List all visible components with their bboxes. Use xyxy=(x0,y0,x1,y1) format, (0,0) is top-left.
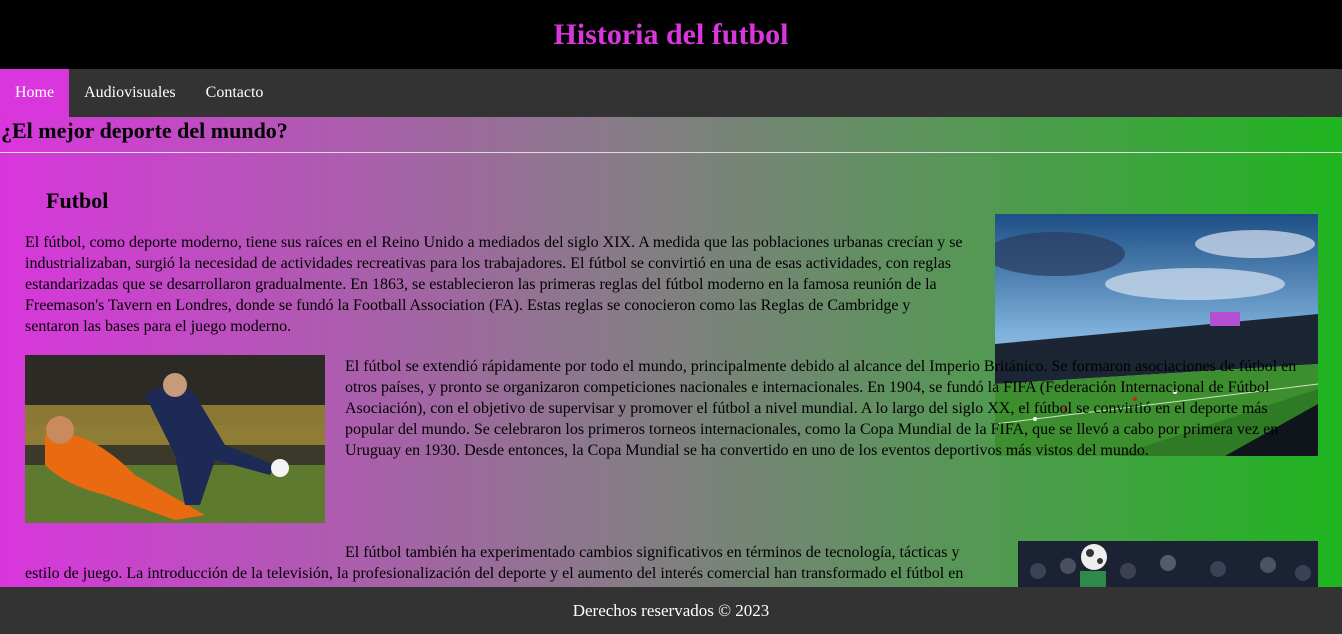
nav-item-audiovisuales[interactable]: Audiovisuales xyxy=(69,69,191,117)
site-title: Historia del futbol xyxy=(553,17,789,51)
nav-item-contacto[interactable]: Contacto xyxy=(191,69,279,117)
main-content: Futbol El fútbol, como deporte moderno, … xyxy=(0,154,1342,587)
site-header: Historia del futbol xyxy=(0,0,1342,69)
paragraph-origins: El fútbol, como deporte moderno, tiene s… xyxy=(25,234,963,335)
top-nav: Home Audiovisuales Contacto xyxy=(0,69,1342,117)
paragraph-expansion: El fútbol se extendió rápidamente por to… xyxy=(345,358,1297,459)
section-heading: ¿El mejor deporte del mundo? xyxy=(0,117,1342,153)
crowd-photo xyxy=(1018,541,1318,587)
nav-item-home[interactable]: Home xyxy=(0,69,70,117)
site-footer: Derechos reservados © 2023 xyxy=(0,587,1342,634)
footer-text: Derechos reservados © 2023 xyxy=(572,600,770,620)
article-title: Futbol xyxy=(46,188,109,213)
paragraph-changes: El fútbol también ha experimentado cambi… xyxy=(25,544,964,587)
players-photo xyxy=(25,355,325,523)
